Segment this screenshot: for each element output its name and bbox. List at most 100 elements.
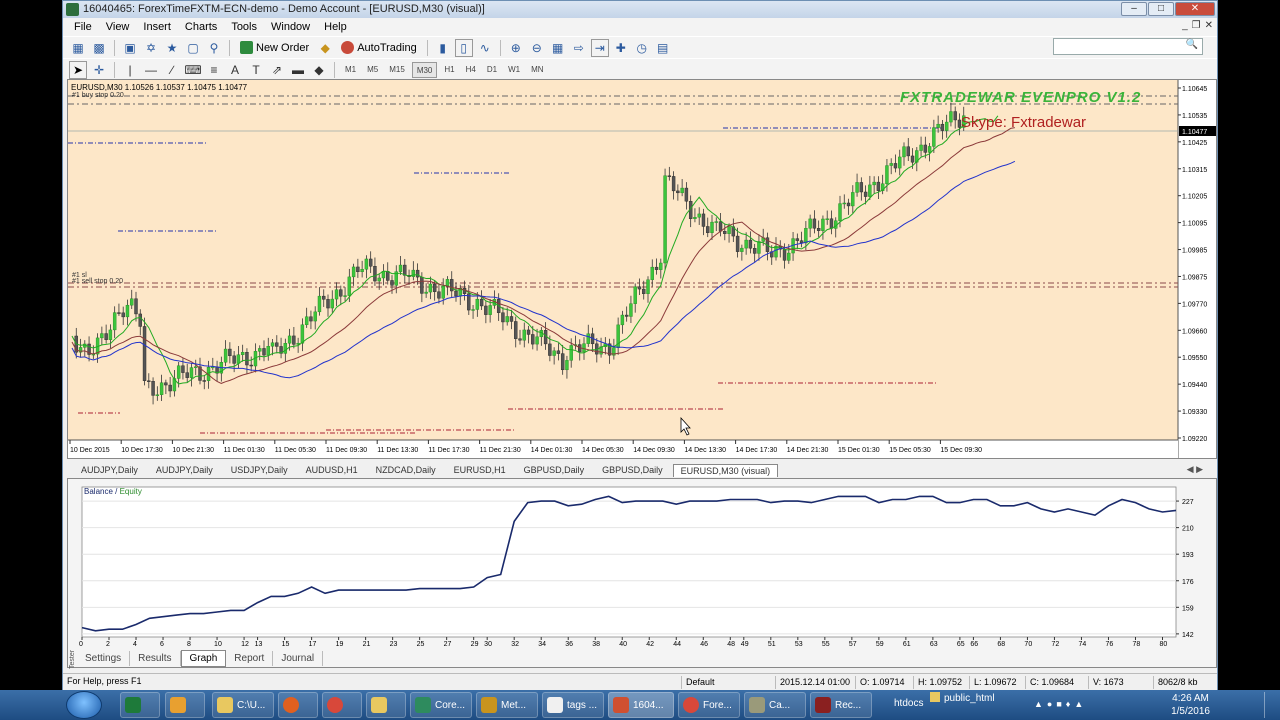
window-title: 16040465: ForexTimeFXTM-ECN-demo - Demo … (83, 3, 485, 15)
text-label-icon[interactable]: T (247, 61, 265, 79)
chart-tab[interactable]: AUDJPY,Daily (148, 463, 221, 477)
timeframe-w1[interactable]: W1 (504, 62, 524, 78)
task-metaeditor[interactable]: Met... (476, 692, 538, 718)
timeframe-mn[interactable]: MN (527, 62, 547, 78)
terminal-icon[interactable]: ▢ (184, 39, 202, 57)
timeframe-m30[interactable]: M30 (411, 61, 438, 78)
navigator-icon[interactable]: ★ (163, 39, 181, 57)
task-core[interactable]: Core... (410, 692, 472, 718)
x-tick-label: 4 (133, 641, 137, 648)
templates-icon[interactable]: ▤ (654, 39, 672, 57)
bear-candle (484, 305, 488, 315)
maximize-button[interactable]: □ (1148, 2, 1174, 16)
chart-tab[interactable]: NZDCAD,Daily (368, 463, 444, 477)
chart-tab[interactable]: USDJPY,Daily (223, 463, 296, 477)
timeframe-m15[interactable]: M15 (385, 62, 409, 78)
x-tick-label: 53 (795, 641, 803, 648)
show-desktop-button[interactable] (1264, 692, 1276, 718)
price-chart[interactable]: 1.10645 1.10535 1.10425 1.10315 1.10205 1.100… (67, 79, 1217, 459)
menu-tools[interactable]: Tools (224, 18, 264, 36)
horizontal-line-icon[interactable]: — (142, 61, 160, 79)
profiles-icon[interactable]: ▩ (90, 39, 108, 57)
chart-tab[interactable]: GBPUSD,Daily (516, 463, 593, 477)
menu-charts[interactable]: Charts (178, 18, 224, 36)
search-input[interactable]: 🔍 (1053, 38, 1203, 55)
market-watch-icon[interactable]: ▣ (121, 39, 139, 57)
task-firefox[interactable] (278, 692, 318, 718)
timeframe-m1[interactable]: M1 (341, 62, 360, 78)
close-button[interactable]: ✕ (1175, 2, 1215, 16)
mdi-close-button[interactable]: ✕ (1205, 20, 1213, 31)
menu-help[interactable]: Help (317, 18, 354, 36)
price-tick-label: 1.10535 (1182, 113, 1207, 120)
data-window-icon[interactable]: ✡ (142, 39, 160, 57)
timeframe-h1[interactable]: H1 (440, 62, 458, 78)
trendline-icon[interactable]: ∕ (163, 61, 181, 79)
chart-tab[interactable]: EURUSD,M30 (visual) (672, 464, 779, 477)
timeframe-h4[interactable]: H4 (462, 62, 480, 78)
tester-icon[interactable]: ⚲ (205, 39, 223, 57)
menu-window[interactable]: Window (264, 18, 317, 36)
time-tick-label: 14 Dec 17:30 (736, 447, 778, 454)
autoscroll-icon[interactable]: ⇨ (570, 39, 588, 57)
minimize-button[interactable]: – (1121, 2, 1147, 16)
tab-graph[interactable]: Graph (180, 649, 227, 667)
timeframe-d1[interactable]: D1 (483, 62, 501, 78)
channel-icon[interactable]: ⌨ (184, 61, 202, 79)
bar-chart-icon[interactable]: ▮ (434, 39, 452, 57)
price-tick-label: 1.09985 (1182, 248, 1207, 255)
new-order-button[interactable]: New Order (236, 39, 313, 57)
task-explorer-1[interactable]: C:\U... (212, 692, 274, 718)
line-chart-icon[interactable]: ∿ (476, 39, 494, 57)
tray-icons[interactable]: ▲●■♦▲ (1034, 699, 1087, 709)
rectangle-icon[interactable]: ▬ (289, 61, 307, 79)
timeframe-m5[interactable]: M5 (363, 62, 382, 78)
task-icon-media[interactable] (165, 692, 205, 718)
tray-public-html[interactable]: public_html (944, 693, 995, 704)
zoom-out-icon[interactable]: ⊖ (528, 39, 546, 57)
vertical-line-icon[interactable]: | (121, 61, 139, 79)
chart-tab[interactable]: AUDUSD,H1 (298, 463, 366, 477)
menu-file[interactable]: File (67, 18, 99, 36)
crosshair-icon[interactable]: ✛ (90, 61, 108, 79)
task-fore[interactable]: Fore... (678, 692, 740, 718)
tab-results[interactable]: Results (130, 650, 181, 666)
shapes-icon[interactable]: ◆ (310, 61, 328, 79)
task-recorder[interactable]: Rec... (810, 692, 872, 718)
task-tags[interactable]: tags ... (542, 692, 604, 718)
new-chart-icon[interactable]: ▦ (69, 39, 87, 57)
cursor-icon[interactable]: ➤ (69, 60, 87, 79)
indicators-icon[interactable]: ✚ (612, 39, 630, 57)
tab-journal[interactable]: Journal (273, 650, 324, 666)
candlestick-icon[interactable]: ▯ (454, 38, 473, 57)
arrows-icon[interactable]: ⇗ (268, 61, 286, 79)
chart-tab[interactable]: GBPUSD,Daily (594, 463, 671, 477)
metaeditor-icon[interactable]: ◆ (316, 39, 334, 57)
tile-windows-icon[interactable]: ▦ (549, 39, 567, 57)
fibonacci-icon[interactable]: ≡ (205, 61, 223, 79)
mdi-minimize-button[interactable]: _ (1182, 20, 1188, 31)
tab-settings[interactable]: Settings (77, 650, 131, 666)
autotrading-button[interactable]: AutoTrading (337, 39, 421, 57)
periods-icon[interactable]: ◷ (633, 39, 651, 57)
title-bar[interactable]: 16040465: ForexTimeFXTM-ECN-demo - Demo … (63, 1, 1217, 18)
chart-shift-icon[interactable]: ⇥ (590, 38, 609, 57)
start-button[interactable] (66, 691, 102, 719)
task-calc[interactable]: Ca... (744, 692, 806, 718)
menu-view[interactable]: View (99, 18, 137, 36)
bear-candle (147, 380, 151, 382)
chart-tab[interactable]: EURUSD,H1 (446, 463, 514, 477)
task-explorer-2[interactable] (366, 692, 406, 718)
tab-report[interactable]: Report (226, 650, 274, 666)
text-icon[interactable]: A (226, 61, 244, 79)
clock[interactable]: 4:26 AM 1/5/2016 (1171, 692, 1210, 718)
chart-tab[interactable]: AUDJPY,Daily (73, 463, 146, 477)
task-mt4-active[interactable]: 1604... (608, 692, 674, 718)
task-icon-excel[interactable] (120, 692, 160, 718)
tray-htdocs[interactable]: htdocs (894, 698, 923, 709)
task-chrome[interactable] (322, 692, 362, 718)
zoom-in-icon[interactable]: ⊕ (507, 39, 525, 57)
mdi-restore-button[interactable]: ❐ (1192, 20, 1201, 31)
menu-insert[interactable]: Insert (136, 18, 178, 36)
tab-scroll-arrows[interactable]: ◀ ▶ (1187, 464, 1203, 475)
